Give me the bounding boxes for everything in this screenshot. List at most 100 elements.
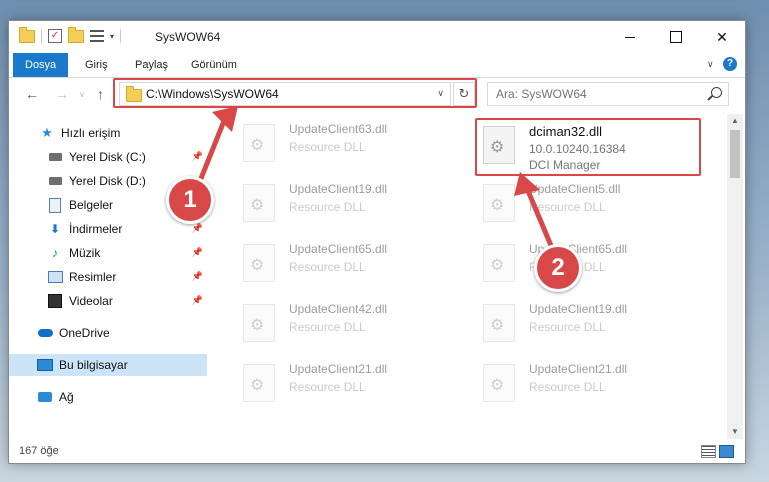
pin-icon[interactable]: 📌	[192, 223, 203, 234]
list-item[interactable]: UpdateClient42.dll Resource DLL	[241, 300, 471, 348]
sidebar-item-onedrive[interactable]: OneDrive	[9, 322, 207, 344]
pin-icon[interactable]: 📌	[192, 271, 203, 282]
file-list: UpdateClient63.dll Resource DLL UpdateCl…	[213, 114, 727, 439]
sidebar-item-music[interactable]: ♪ Müzik 📌	[9, 242, 207, 264]
callout-step-1: 1	[166, 176, 214, 224]
dll-file-icon	[483, 184, 515, 222]
toolbar-separator	[120, 29, 122, 43]
sidebar-item-label: Belgeler	[69, 198, 114, 212]
status-bar: 167 öğe	[9, 439, 745, 463]
drive-icon	[48, 153, 62, 161]
tab-gorunum[interactable]: Görünüm	[191, 53, 237, 77]
sidebar-item-label: Bu bilgisayar	[59, 358, 128, 372]
new-folder-icon[interactable]	[68, 26, 84, 43]
sidebar-item-label: Videolar	[69, 294, 113, 308]
back-arrow-icon[interactable]: ←	[25, 86, 39, 102]
recent-locations-chevron-icon[interactable]: ∨	[79, 90, 85, 99]
list-item[interactable]: UpdateClient21.dll Resource DLL	[241, 360, 471, 408]
tab-giris[interactable]: Giriş	[85, 53, 108, 77]
dll-file-icon	[243, 364, 275, 402]
sidebar-item-label: Ağ	[59, 390, 74, 404]
sidebar-item-label: OneDrive	[59, 326, 110, 340]
list-item[interactable]: UpdateClient65.dll Resource DLL	[241, 240, 471, 288]
navigation-bar: ← → ∨ ↑ C:\Windows\SysWOW64 ∨ ↻	[9, 78, 745, 114]
search-input[interactable]	[488, 83, 706, 105]
pin-icon[interactable]: 📌	[192, 295, 203, 306]
dll-file-icon	[243, 304, 275, 342]
scrollbar-thumb[interactable]	[730, 130, 740, 178]
onedrive-icon	[37, 329, 53, 337]
sidebar-item-videos[interactable]: Videolar 📌	[9, 290, 207, 312]
close-button[interactable]: ✕	[699, 21, 745, 53]
explorer-window: ✓ ▾ SysWOW64 ✕ Dosya Giriş Paylaş Görünü…	[8, 20, 746, 464]
star-icon: ★	[41, 125, 53, 140]
pin-icon[interactable]: 📌	[192, 151, 203, 162]
large-icons-view-icon[interactable]	[719, 445, 734, 458]
sidebar-item-label: Resimler	[69, 270, 117, 284]
chevron-down-icon[interactable]: ∨	[437, 88, 444, 99]
callout-step-2: 2	[534, 244, 582, 292]
videos-icon	[48, 294, 62, 308]
title-bar: ✓ ▾ SysWOW64 ✕	[9, 21, 745, 53]
dll-file-icon	[483, 304, 515, 342]
sidebar-item-network[interactable]: Ağ	[9, 386, 207, 408]
list-item[interactable]: UpdateClient21.dll Resource DLL	[481, 360, 711, 408]
sidebar-item-this-pc[interactable]: Bu bilgisayar	[9, 354, 207, 376]
refresh-button[interactable]: ↻	[453, 82, 475, 106]
tab-paylas[interactable]: Paylaş	[135, 53, 168, 77]
forward-arrow-icon[interactable]: →	[55, 86, 69, 102]
sidebar-item-downloads[interactable]: ⬇ İndirmeler 📌	[9, 218, 207, 240]
sidebar-item-label: Yerel Disk (C:)	[69, 150, 146, 164]
dll-file-icon	[483, 126, 515, 164]
quick-access-toolbar: ✓ ▾	[19, 26, 122, 43]
network-icon	[38, 392, 52, 402]
address-bar[interactable]: C:\Windows\SysWOW64 ∨	[119, 82, 451, 106]
search-icon[interactable]	[711, 87, 722, 98]
toolbar-separator	[41, 29, 42, 43]
list-item[interactable]: UpdateClient19.dll Resource DLL	[241, 180, 471, 228]
navigation-pane: ★ Hızlı erişim Yerel Disk (C:) 📌 Yerel D…	[9, 114, 209, 439]
ribbon: Dosya Giriş Paylaş Görünüm ∨ ?	[9, 53, 745, 78]
list-item[interactable]: UpdateClient63.dll Resource DLL	[241, 120, 471, 168]
dll-file-icon	[483, 364, 515, 402]
documents-icon	[49, 197, 61, 213]
vertical-scrollbar[interactable]: ▲ ▼	[727, 114, 743, 439]
dciman32-file-item[interactable]: dciman32.dll 10.0.10240.16384 DCI Manage…	[481, 122, 711, 174]
maximize-button[interactable]	[653, 21, 699, 53]
dll-file-icon	[243, 184, 275, 222]
maximize-icon	[670, 31, 682, 43]
customize-toolbar-icon[interactable]	[90, 30, 104, 42]
sidebar-item-pictures[interactable]: Resimler 📌	[9, 266, 207, 288]
details-view-icon[interactable]	[701, 445, 716, 458]
minimize-button[interactable]	[607, 21, 653, 53]
list-item[interactable]: UpdateClient19.dll Resource DLL	[481, 300, 711, 348]
help-icon[interactable]: ?	[723, 57, 737, 71]
item-count: 167 öğe	[19, 445, 59, 457]
minimize-icon	[625, 36, 635, 38]
scroll-down-arrow-icon[interactable]: ▼	[727, 425, 743, 439]
this-pc-icon	[37, 359, 53, 371]
dll-file-icon	[243, 244, 275, 282]
tab-dosya[interactable]: Dosya	[13, 53, 69, 77]
search-box[interactable]	[487, 82, 729, 106]
sidebar-item-quick-access[interactable]: ★ Hızlı erişim	[9, 122, 207, 144]
window-title: SysWOW64	[155, 30, 221, 44]
properties-check-icon[interactable]: ✓	[48, 29, 62, 43]
chevron-down-icon[interactable]: ▾	[110, 32, 114, 41]
pin-icon[interactable]: 📌	[192, 247, 203, 258]
music-icon: ♪	[52, 246, 58, 260]
folder-icon	[19, 26, 35, 43]
address-path[interactable]: C:\Windows\SysWOW64	[146, 87, 279, 101]
sidebar-item-label: İndirmeler	[69, 222, 123, 236]
sidebar-item-local-disk-c[interactable]: Yerel Disk (C:) 📌	[9, 146, 207, 168]
up-arrow-icon[interactable]: ↑	[97, 86, 104, 102]
scroll-up-arrow-icon[interactable]: ▲	[727, 114, 743, 128]
list-item[interactable]: UpdateClient5.dll Resource DLL	[481, 180, 711, 228]
close-icon: ✕	[716, 28, 728, 45]
sidebar-item-label: Yerel Disk (D:)	[69, 174, 146, 188]
list-item[interactable]: UpdateClient65.dll Resource DLL	[481, 240, 711, 288]
sidebar-item-label: Hızlı erişim	[61, 126, 121, 140]
expand-ribbon-icon[interactable]: ∨	[707, 59, 714, 70]
downloads-icon: ⬇	[49, 222, 61, 236]
sidebar-item-label: Müzik	[69, 246, 101, 260]
